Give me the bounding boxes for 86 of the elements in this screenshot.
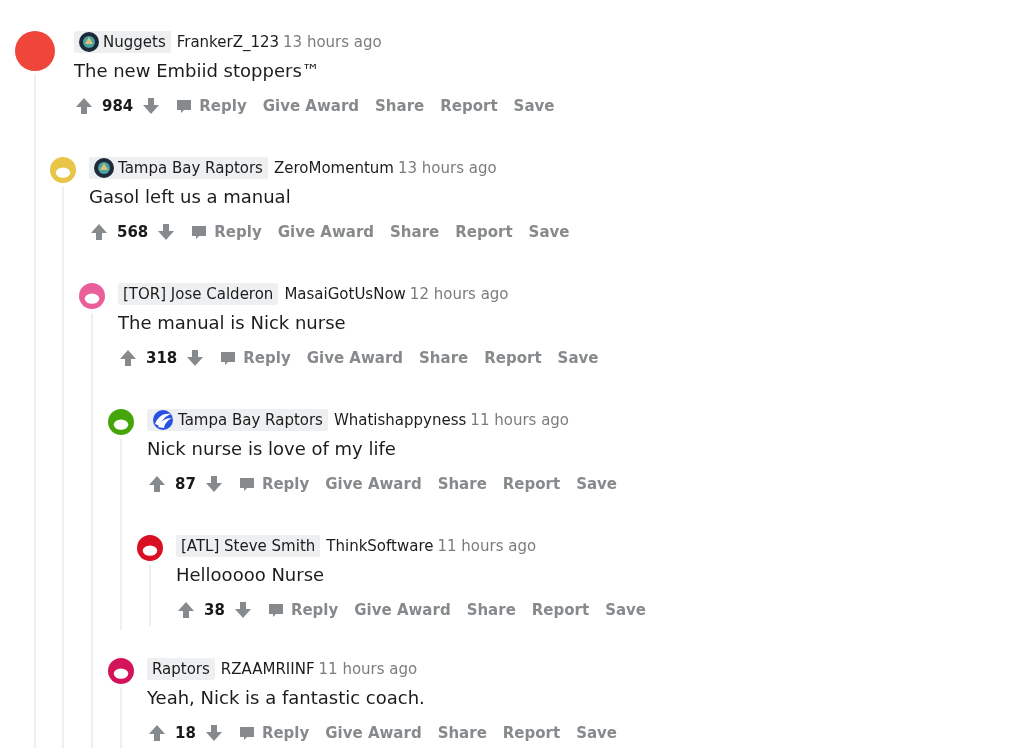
action-button[interactable]: Report (531, 598, 590, 622)
comment-icon (266, 601, 285, 619)
comment-text: The manual is Nick nurse (118, 311, 347, 335)
action-button[interactable]: Save (605, 598, 647, 622)
timestamp: 12 hours ago (409, 283, 509, 305)
avatar[interactable] (108, 409, 134, 435)
downvote-icon[interactable] (203, 474, 224, 494)
action-button[interactable]: Save (528, 220, 570, 244)
comment-text: Gasol left us a manual (89, 185, 292, 209)
downvote-icon[interactable] (141, 96, 162, 116)
action-button[interactable]: Share (437, 472, 487, 496)
username-link[interactable]: RZAAMRIINF (220, 657, 315, 681)
team-logo-icon (94, 158, 114, 178)
action-button[interactable]: Share (419, 346, 469, 370)
username-link[interactable]: MasaiGotUsNow (284, 282, 406, 306)
upvote-icon[interactable] (147, 723, 167, 743)
user-flair: [TOR] Jose Calderon (118, 283, 279, 305)
user-flair: Nuggets (74, 31, 171, 53)
avatar[interactable] (108, 658, 134, 684)
action-button[interactable]: Give Award (325, 472, 422, 496)
claw-logo-icon (152, 410, 174, 430)
action-button[interactable]: Save (513, 94, 555, 118)
action-button[interactable]: Save (576, 472, 618, 496)
vote-count: 568 (117, 221, 149, 243)
action-button[interactable]: Share (390, 220, 440, 244)
avatar[interactable] (137, 535, 163, 561)
downvote-icon[interactable] (232, 600, 253, 620)
reply-button[interactable]: Reply (219, 346, 291, 370)
vote-count: 38 (204, 599, 225, 621)
comment-text: Yeah, Nick is a fantastic coach. (147, 686, 426, 710)
action-button[interactable]: Save (557, 346, 599, 370)
reply-button[interactable]: Reply (190, 220, 262, 244)
comment-text: Nick nurse is love of my life (147, 437, 397, 461)
reply-button[interactable]: Reply (266, 598, 339, 622)
timestamp: 13 hours ago (283, 31, 382, 53)
downvote-icon[interactable] (185, 348, 206, 368)
action-button[interactable]: Give Award (325, 721, 422, 745)
upvote-icon[interactable] (147, 474, 167, 494)
upvote-icon[interactable] (74, 96, 94, 116)
comment-icon (219, 349, 238, 367)
team-logo-icon (79, 32, 99, 52)
timestamp: 11 hours ago (470, 409, 570, 431)
user-flair: Raptors (147, 658, 215, 680)
action-button[interactable]: Report (502, 721, 561, 745)
username-link[interactable]: ThinkSoftware (326, 534, 434, 558)
downvote-icon[interactable] (203, 723, 224, 743)
timestamp: 11 hours ago (318, 658, 418, 680)
avatar[interactable] (15, 31, 55, 71)
action-button[interactable]: Give Award (354, 598, 451, 622)
upvote-icon[interactable] (118, 348, 138, 368)
action-button[interactable]: Share (466, 598, 516, 622)
action-button[interactable]: Give Award (277, 220, 375, 244)
action-button[interactable]: Share (437, 721, 487, 745)
user-flair: Tampa Bay Raptors (89, 157, 268, 179)
vote-count: 87 (175, 473, 196, 495)
vote-count: 318 (146, 347, 178, 369)
action-button[interactable]: Save (576, 721, 618, 745)
user-flair: [ATL] Steve Smith (176, 535, 321, 557)
action-button[interactable]: Report (484, 346, 542, 370)
comment-text: The new Embiid stoppers™ (74, 59, 321, 83)
comment-text: Hellooooo Nurse (176, 563, 326, 587)
avatar[interactable] (79, 283, 105, 309)
timestamp: 11 hours ago (437, 535, 537, 557)
action-button[interactable]: Give Award (262, 94, 360, 118)
downvote-icon[interactable] (156, 222, 177, 242)
upvote-icon[interactable] (176, 600, 196, 620)
reply-button[interactable]: Reply (175, 94, 247, 118)
action-button[interactable]: Report (502, 472, 561, 496)
comment-icon (175, 97, 194, 115)
comment-icon (237, 724, 256, 742)
user-flair: Tampa Bay Raptors (147, 409, 328, 431)
comment-icon (237, 475, 256, 493)
username-link[interactable]: FrankerZ_123 (176, 30, 280, 54)
action-button[interactable]: Report (440, 94, 498, 118)
action-button[interactable]: Report (455, 220, 513, 244)
comment-icon (190, 223, 209, 241)
username-link[interactable]: ZeroMomentum (273, 156, 394, 180)
vote-count: 18 (175, 722, 196, 744)
username-link[interactable]: Whatishappyness (333, 408, 467, 432)
vote-count: 984 (102, 95, 134, 117)
reply-button[interactable]: Reply (237, 472, 310, 496)
action-button[interactable]: Share (375, 94, 425, 118)
upvote-icon[interactable] (89, 222, 109, 242)
action-button[interactable]: Give Award (306, 346, 404, 370)
reply-button[interactable]: Reply (237, 721, 310, 745)
timestamp: 13 hours ago (397, 157, 497, 179)
